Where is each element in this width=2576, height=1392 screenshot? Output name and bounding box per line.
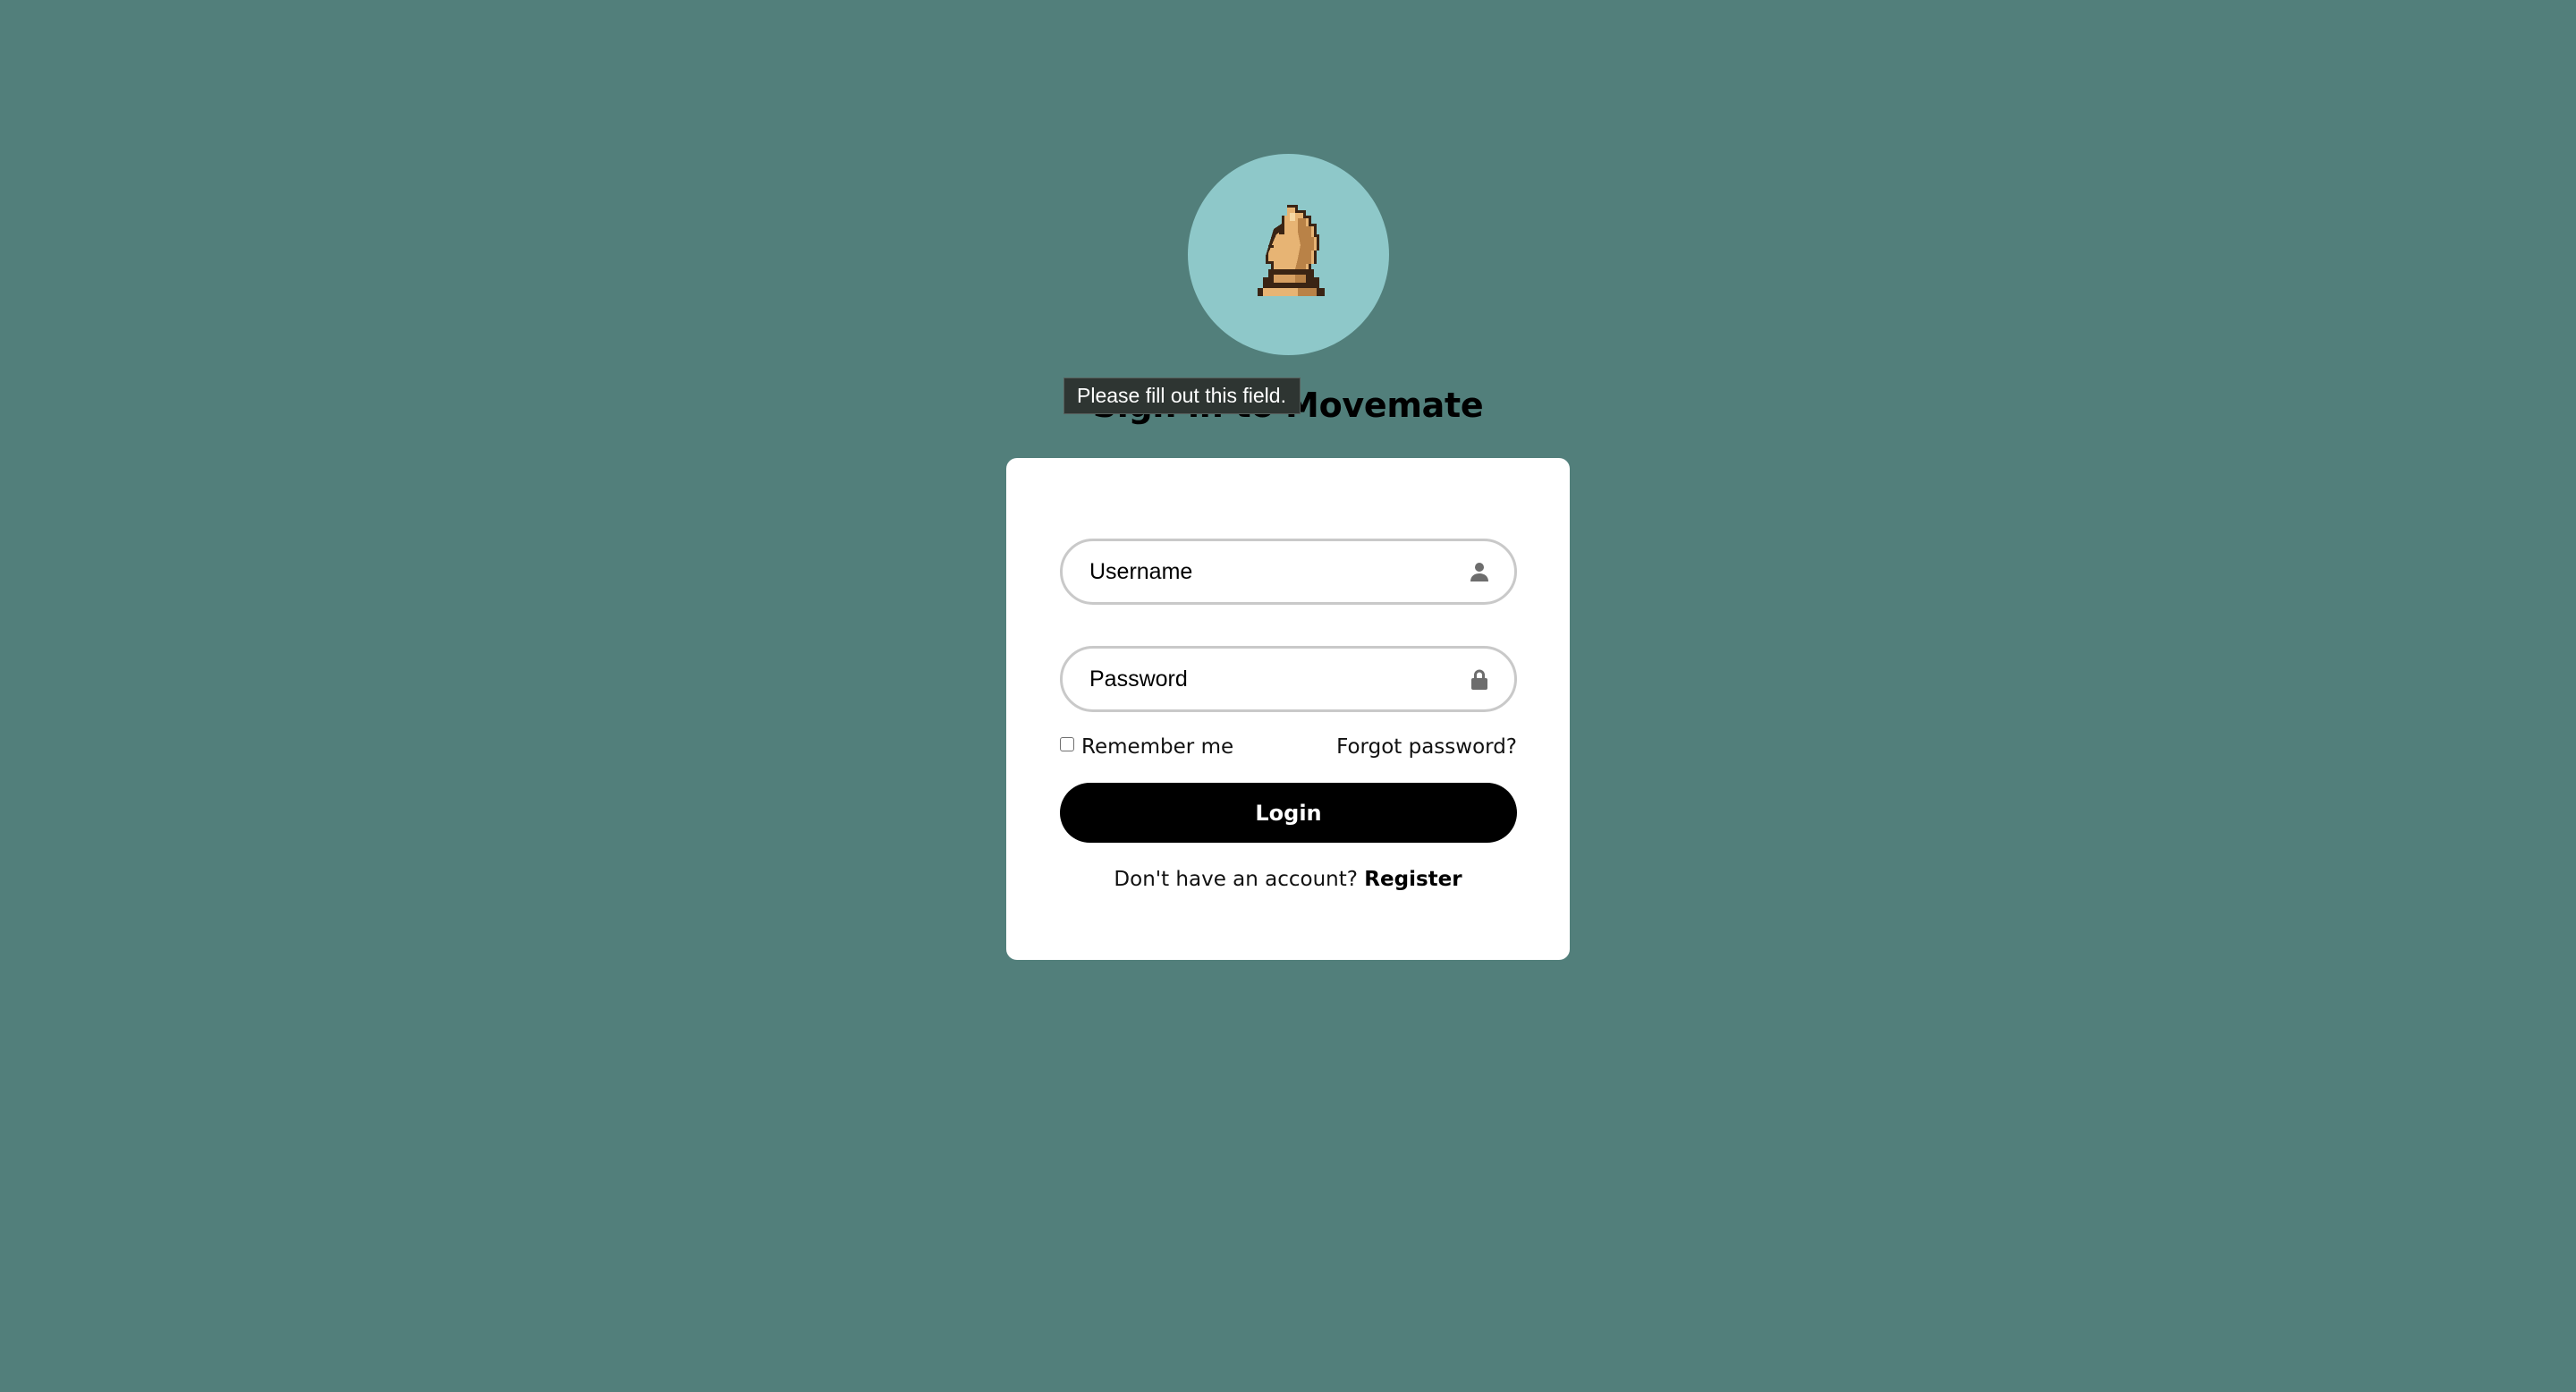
forgot-password-link[interactable]: Forgot password?	[1336, 735, 1517, 759]
register-link[interactable]: Register	[1364, 868, 1462, 891]
validation-tooltip: Please fill out this field.	[1063, 378, 1301, 414]
chess-knight-icon	[1258, 205, 1325, 296]
remember-me-checkbox[interactable]	[1060, 737, 1074, 751]
remember-me[interactable]: Remember me	[1060, 735, 1233, 759]
user-icon	[1470, 563, 1488, 581]
options-row: Remember me Forgot password?	[1060, 732, 1517, 768]
register-prompt-text: Don't have an account?	[1114, 868, 1358, 891]
register-prompt: Don't have an account? Register	[1006, 868, 1570, 891]
lock-icon	[1471, 669, 1487, 690]
login-card: Remember me Forgot password? Login Don't…	[1006, 458, 1570, 960]
remember-me-label: Remember me	[1081, 735, 1234, 759]
username-field[interactable]	[1060, 539, 1517, 605]
password-input[interactable]	[1089, 649, 1447, 709]
password-field[interactable]	[1060, 646, 1517, 712]
login-button[interactable]: Login	[1060, 783, 1517, 843]
username-input[interactable]	[1089, 541, 1447, 602]
logo-circle	[1188, 154, 1389, 355]
